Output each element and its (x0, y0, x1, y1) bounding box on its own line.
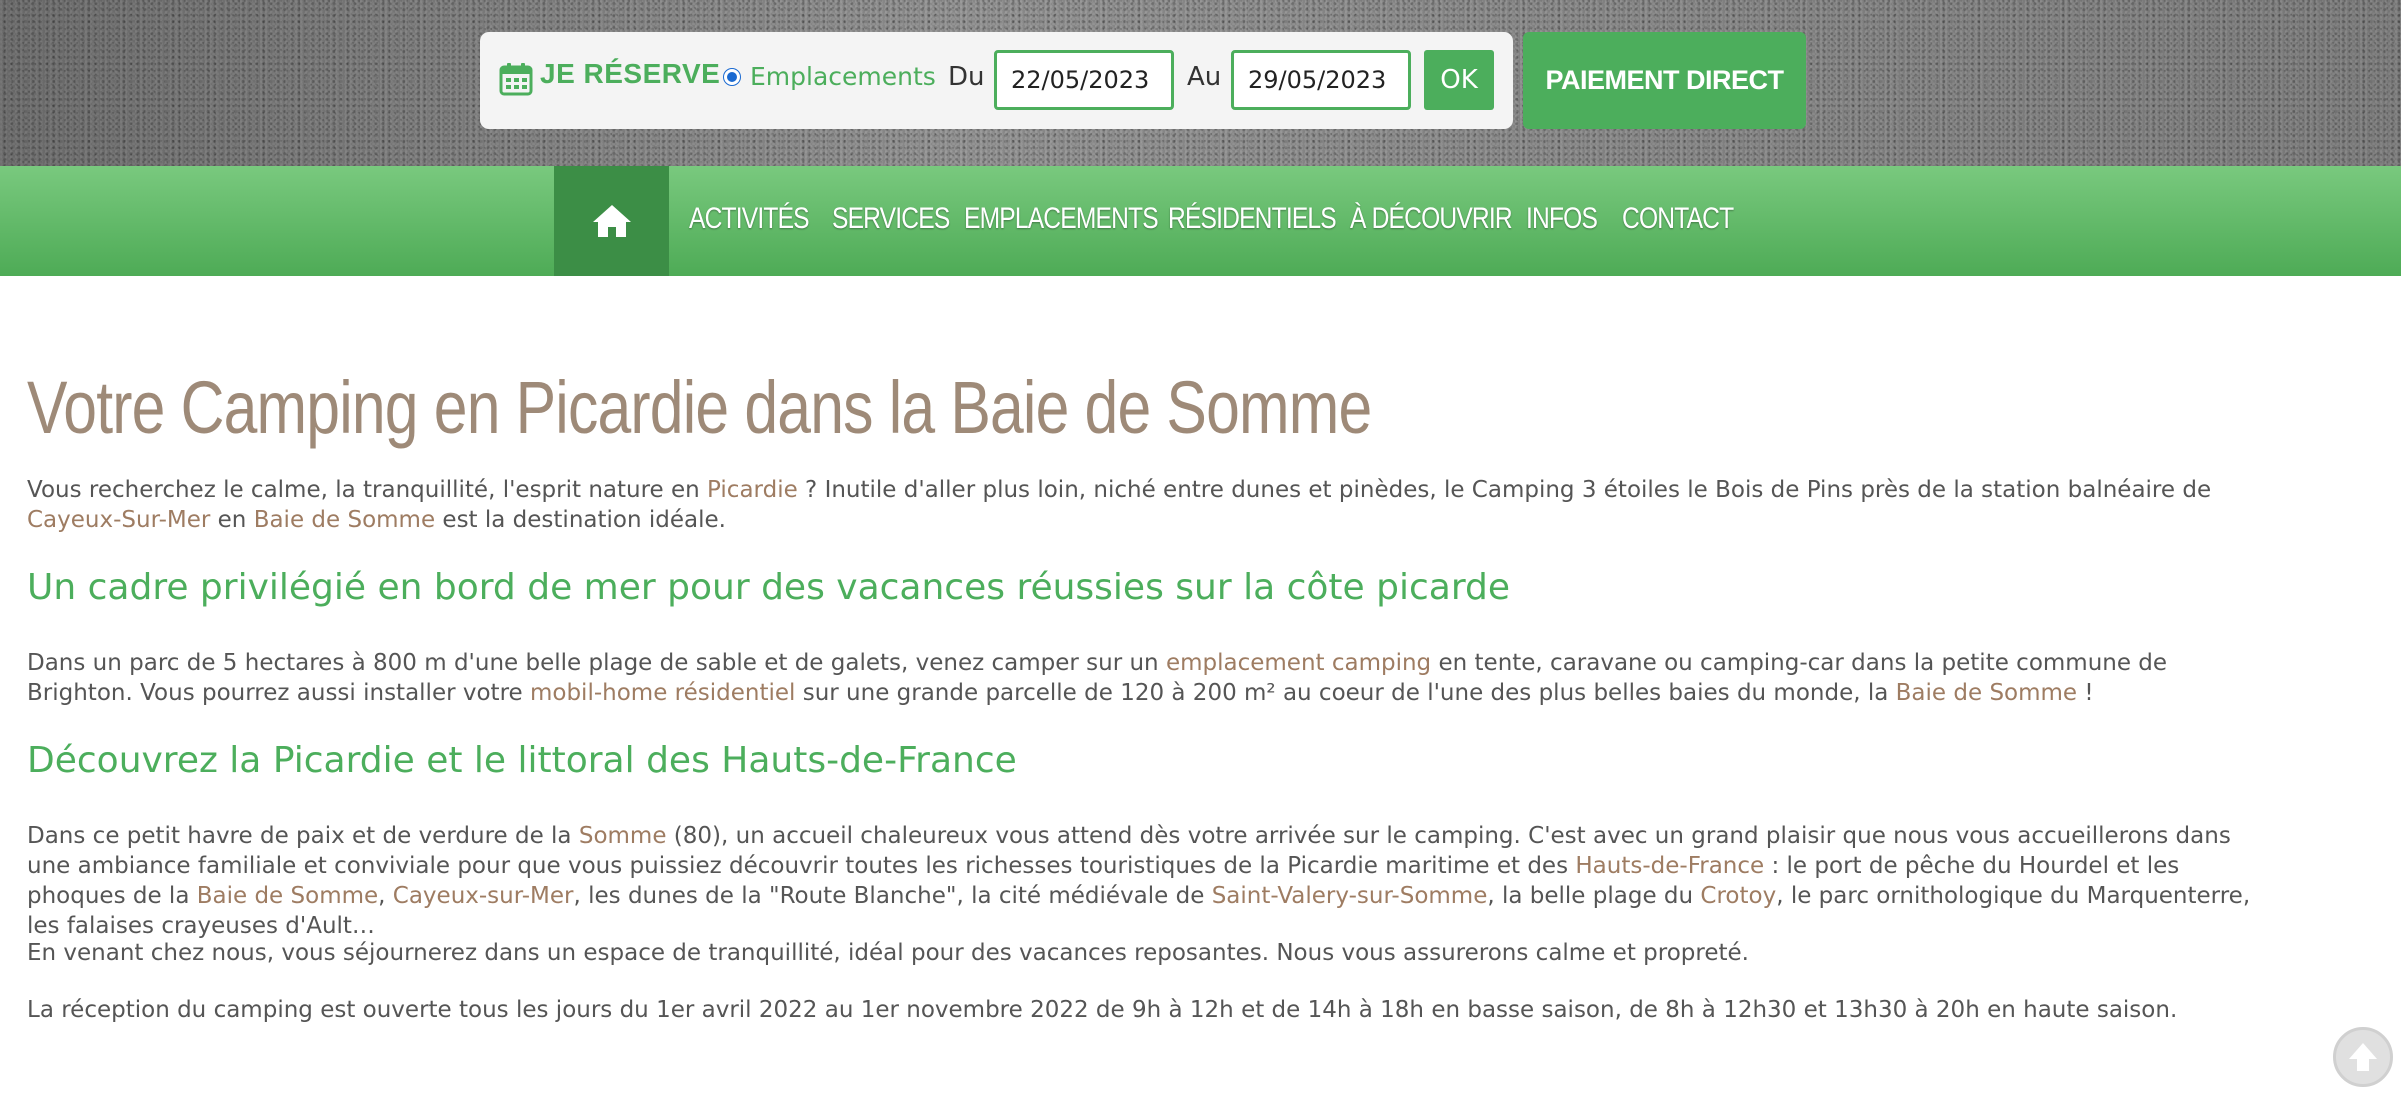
link-crotoy[interactable]: Crotoy (1700, 883, 1776, 909)
text: est la destination idéale. (435, 507, 726, 533)
link-baie-de-somme[interactable]: Baie de Somme (197, 883, 378, 909)
nav-item-infos[interactable]: INFOS (1526, 202, 1598, 236)
nav-item-activites[interactable]: ACTIVITÉS (689, 202, 810, 236)
reserve-label: JE RÉSERVE (540, 58, 721, 89)
text: , la belle plage du (1487, 883, 1701, 909)
intro-paragraph: Vous recherchez le calme, la tranquillit… (27, 475, 2277, 535)
nav-item-a-decouvrir[interactable]: À DÉCOUVRIR (1350, 202, 1513, 236)
home-icon (592, 205, 631, 237)
emplacements-radio-label[interactable]: Emplacements (750, 62, 936, 91)
main-nav: ACTIVITÉS SERVICES EMPLACEMENTS RÉSIDENT… (0, 166, 2401, 276)
section-heading-decouvrez: Découvrez la Picardie et le littoral des… (27, 740, 1017, 781)
link-mobil-home-residentiel[interactable]: mobil-home résidentiel (530, 680, 795, 706)
text: Dans ce petit havre de paix et de verdur… (27, 823, 579, 849)
text: en (210, 507, 254, 533)
to-date-input[interactable]: 29/05/2023 (1231, 50, 1411, 110)
text: , (378, 883, 393, 909)
decouvrez-paragraph: Dans ce petit havre de paix et de verdur… (27, 821, 2277, 941)
link-emplacement-camping[interactable]: emplacement camping (1166, 650, 1431, 676)
link-cayeux-sur-mer[interactable]: Cayeux-sur-Mer (393, 883, 574, 909)
text: Vous recherchez le calme, la tranquillit… (27, 477, 708, 503)
text: , les dunes de la "Route Blanche", la ci… (573, 883, 1212, 909)
text: sur une grande parcelle de 120 à 200 m² … (795, 680, 1896, 706)
tranquillite-paragraph: En venant chez nous, vous séjournerez da… (27, 940, 1749, 966)
reception-hours-paragraph: La réception du camping est ouverte tous… (27, 997, 2178, 1023)
scroll-to-top-button[interactable] (2333, 1027, 2393, 1087)
direct-payment-button[interactable]: PAIEMENT DIRECT (1523, 32, 1806, 129)
text: Dans un parc de 5 hectares à 800 m d'une… (27, 650, 1166, 676)
link-saint-valery-sur-somme[interactable]: Saint-Valery-sur-Somme (1212, 883, 1488, 909)
nav-item-emplacements[interactable]: EMPLACEMENTS (964, 202, 1159, 236)
link-baie-de-somme[interactable]: Baie de Somme (254, 507, 435, 533)
nav-item-contact[interactable]: CONTACT (1622, 202, 1734, 236)
page-title: Votre Camping en Picardie dans la Baie d… (27, 366, 1372, 449)
arrow-up-icon (2349, 1043, 2377, 1071)
nav-home[interactable] (554, 166, 669, 276)
nav-item-residentiels[interactable]: RÉSIDENTIELS (1168, 202, 1337, 236)
text: ? Inutile d'aller plus loin, niché entre… (797, 477, 2212, 503)
link-cayeux-sur-mer[interactable]: Cayeux-Sur-Mer (27, 507, 210, 533)
from-date-input[interactable]: 22/05/2023 (994, 50, 1174, 110)
text: ! (2077, 680, 2094, 706)
ok-button[interactable]: OK (1424, 50, 1494, 110)
link-hauts-de-france[interactable]: Hauts-de-France (1575, 853, 1764, 879)
to-date-label: Au (1187, 62, 1222, 92)
link-baie-de-somme[interactable]: Baie de Somme (1896, 680, 2077, 706)
link-picardie[interactable]: Picardie (707, 477, 798, 503)
section-heading-cadre: Un cadre privilégié en bord de mer pour … (27, 567, 1510, 608)
link-somme[interactable]: Somme (579, 823, 667, 849)
from-date-label: Du (948, 62, 985, 92)
nav-item-services[interactable]: SERVICES (832, 202, 950, 236)
calendar-icon (499, 63, 533, 96)
cadre-paragraph: Dans un parc de 5 hectares à 800 m d'une… (27, 648, 2277, 708)
booking-widget: JE RÉSERVE Emplacements Du 22/05/2023 Au… (480, 32, 1513, 129)
emplacements-radio[interactable] (723, 68, 743, 88)
